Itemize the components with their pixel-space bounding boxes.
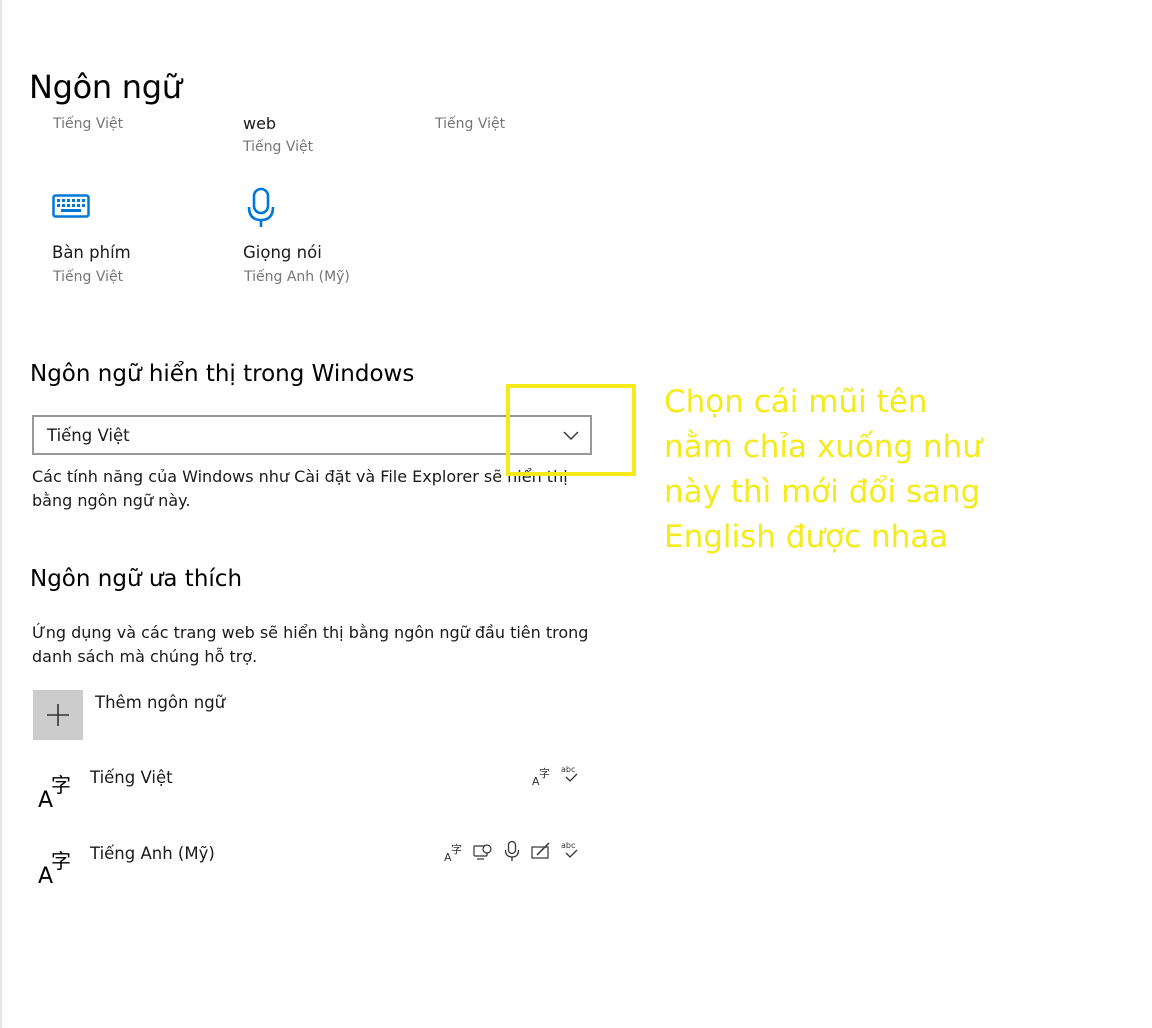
display-language-icon: A 字 <box>444 842 462 863</box>
language-icon: A 字 <box>37 770 77 813</box>
display-language-title: Ngôn ngữ hiển thị trong Windows <box>30 361 415 387</box>
related-item-2-label[interactable]: web <box>243 114 276 133</box>
language-item-english-us[interactable]: Tiếng Anh (Mỹ) <box>90 844 215 863</box>
svg-text:字: 字 <box>539 766 550 780</box>
keyboard-sub: Tiếng Việt <box>53 269 124 285</box>
keyboard-icon[interactable] <box>52 194 90 220</box>
svg-text:字: 字 <box>51 773 71 797</box>
microphone-icon[interactable] <box>246 187 278 229</box>
preferred-languages-description: Ứng dụng và các trang web sẽ hiển thị bằ… <box>32 623 589 666</box>
text-to-speech-icon <box>473 844 492 860</box>
preferred-languages-title: Ngôn ngữ ưa thích <box>30 566 243 592</box>
related-item-1-sub: Tiếng Việt <box>53 116 124 132</box>
display-language-description: Các tính năng của Windows như Cài đặt và… <box>32 467 568 510</box>
annotation-note: Chọn cái mũi tên nằm chỉa xuống như này … <box>664 380 1024 560</box>
language-item-vietnamese[interactable]: Tiếng Việt <box>90 768 173 787</box>
display-language-selected: Tiếng Việt <box>47 426 130 445</box>
plus-icon <box>47 704 69 726</box>
svg-text:字: 字 <box>451 842 462 856</box>
spell-check-icon: abc <box>561 765 578 782</box>
page-title: Ngôn ngữ <box>29 68 182 106</box>
handwriting-icon <box>531 842 550 859</box>
svg-text:字: 字 <box>51 849 71 873</box>
spell-check-icon: abc <box>561 841 578 858</box>
svg-text:abc: abc <box>561 841 575 850</box>
chevron-down-icon[interactable] <box>562 426 580 444</box>
speech-sub: Tiếng Anh (Mỹ) <box>244 269 350 285</box>
annotation-line-4: English được nhaa <box>664 519 949 555</box>
annotation-line-1: Chọn cái mũi tên <box>664 384 928 420</box>
related-item-2-sub: Tiếng Việt <box>243 139 314 155</box>
window-edge <box>0 0 2 1028</box>
speech-label[interactable]: Giọng nói <box>243 243 322 262</box>
annotation-line-3: này thì mới đổi sang <box>664 474 981 510</box>
display-language-dropdown[interactable]: Tiếng Việt <box>32 415 592 455</box>
related-item-3-sub: Tiếng Việt <box>435 116 506 132</box>
annotation-line-2: nằm chỉa xuống như <box>664 429 982 465</box>
add-language-label[interactable]: Thêm ngôn ngữ <box>95 693 225 712</box>
language-icon: A 字 <box>37 846 77 889</box>
svg-text:abc: abc <box>561 765 575 774</box>
keyboard-label[interactable]: Bàn phím <box>52 243 131 262</box>
speech-icon <box>504 840 520 861</box>
display-language-icon: A 字 <box>532 766 550 787</box>
add-language-button[interactable] <box>33 690 83 740</box>
